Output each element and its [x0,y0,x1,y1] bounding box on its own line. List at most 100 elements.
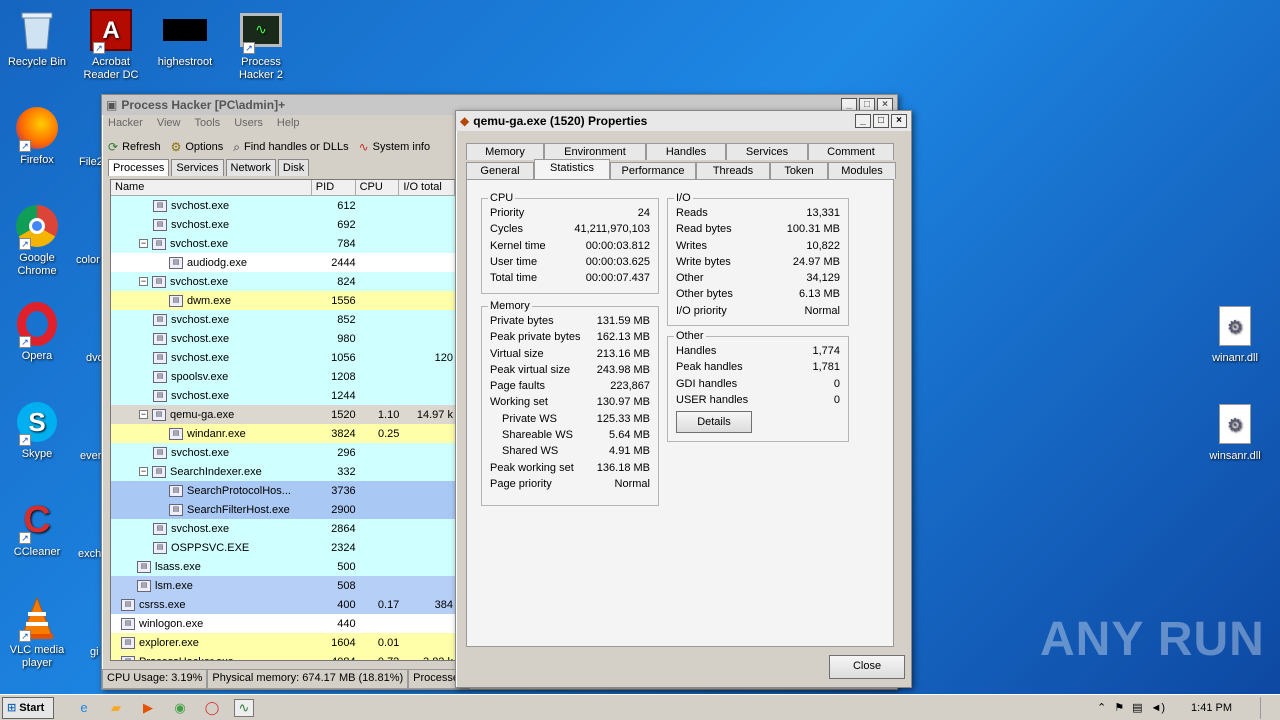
menu-tools[interactable]: Tools [195,117,221,133]
process-hacker-taskbar-icon[interactable]: ∿ [234,698,254,717]
process-row[interactable]: − ▤ svchost.exe 824 [111,272,455,291]
desktop-icon-highestroot[interactable]: highestroot [148,8,222,69]
tray-expand-icon[interactable]: ⌃ [1097,701,1106,714]
collapse-toggle-icon[interactable]: − [139,410,148,419]
process-row[interactable]: ▤ audiodg.exe 2444 [111,253,455,272]
process-row[interactable]: ▤ OSPPSVC.EXE 2324 [111,538,455,557]
volume-icon[interactable]: ◄) [1150,702,1165,714]
process-row[interactable]: ▤ svchost.exe 1244 [111,386,455,405]
properties-dialog[interactable]: ◆ qemu-ga.exe (1520) Properties _ □ × Me… [455,110,912,688]
close-button[interactable]: × [891,114,907,128]
tab-general[interactable]: General [466,162,534,179]
opera-taskbar-icon[interactable]: ◯ [202,699,222,717]
process-row[interactable]: ▤ svchost.exe 980 [111,329,455,348]
column-cpu[interactable]: CPU [356,180,400,195]
network-icon[interactable]: ▤ [1132,701,1142,714]
tab-performance[interactable]: Performance [610,162,696,179]
process-row[interactable]: ▤ ProcessHacker.exe 40840.723.82 k [111,652,455,660]
process-row[interactable]: ▤ SearchFilterHost.exe 2900 [111,500,455,519]
menu-view[interactable]: View [157,117,181,133]
desktop-icon-process-hacker[interactable]: ∿ ↗ Process Hacker 2 [224,8,298,82]
process-row[interactable]: ▤ svchost.exe 692 [111,215,455,234]
details-button[interactable]: Details [676,411,752,433]
process-row[interactable]: ▤ explorer.exe 1604 0.01 [111,633,455,652]
desktop-icon-chrome[interactable]: ↗ Google Chrome [0,204,74,278]
process-list[interactable]: Name PID CPU I/O total ▤ svchost.exe 612 ▤ s… [110,179,456,661]
desktop-icon-firefox[interactable]: ↗ Firefox [0,106,74,167]
start-button[interactable]: ⊞ Start [2,696,54,719]
process-row[interactable]: − ▤ qemu-ga.exe 1520 1.10 14.97 k [111,405,455,424]
desktop-icon-opera[interactable]: ↗ Opera [0,302,74,363]
options-button[interactable]: ⚙ Options [171,140,224,154]
process-row[interactable]: ▤ lsm.exe 508 [111,576,455,595]
tab-token[interactable]: Token [770,162,828,179]
tab-environment[interactable]: Environment [544,143,646,160]
maximize-button[interactable]: □ [873,114,889,128]
folder-icon[interactable]: ▰ [106,699,126,717]
tab-network[interactable]: Network [225,159,276,176]
tab-statistics[interactable]: Statistics [534,159,610,179]
minimize-button[interactable]: _ [855,114,871,128]
tab-threads[interactable]: Threads [696,162,770,179]
desktop-icon-ccleaner[interactable]: C ↗ CCleaner [0,498,74,559]
column-io[interactable]: I/O total [399,180,455,195]
chrome-taskbar-icon[interactable]: ◉ [170,699,190,717]
desktop-icon-vlc[interactable]: ↗ VLC media player [0,596,74,670]
media-player-icon[interactable]: ▶ [138,699,158,717]
menu-help[interactable]: Help [277,117,300,133]
process-row[interactable]: ▤ dwm.exe 1556 [111,291,455,310]
process-row[interactable]: ▤ svchost.exe 612 [111,196,455,215]
process-row[interactable]: ▤ windanr.exe 3824 0.25 [111,424,455,443]
process-row[interactable]: ▤ spoolsv.exe 1208 [111,367,455,386]
process-row[interactable]: ▤ svchost.exe 852 [111,310,455,329]
close-dialog-button[interactable]: Close [829,655,905,679]
desktop-icon-skype[interactable]: S ↗ Skype [0,400,74,461]
column-pid[interactable]: PID [312,180,356,195]
stat-label: Kernel time [490,239,546,252]
stat-label: Peak virtual size [490,363,571,376]
menu-users[interactable]: Users [234,117,263,133]
tab-services[interactable]: Services [726,143,808,160]
tab-handles[interactable]: Handles [646,143,726,160]
stat-label: Page priority [490,477,552,490]
flag-icon[interactable]: ⚑ [1114,701,1124,714]
process-row[interactable]: ▤ csrss.exe 400 0.17 384 [111,595,455,614]
collapse-toggle-icon[interactable]: − [139,467,148,476]
tab-disk[interactable]: Disk [277,159,310,176]
process-pid: 824 [337,275,356,288]
process-row[interactable]: ▤ svchost.exe 2864 [111,519,455,538]
process-row[interactable]: ▤ winlogon.exe 440 [111,614,455,633]
system-info-button[interactable]: ∿ System info [359,140,431,154]
properties-titlebar[interactable]: ◆ qemu-ga.exe (1520) Properties _ □ × [456,111,911,131]
refresh-button[interactable]: ⟳ Refresh [108,140,161,154]
process-row[interactable]: − ▤ SearchIndexer.exe 332 [111,462,455,481]
process-name: svchost.exe [170,237,229,250]
tab-memory[interactable]: Memory [466,143,544,160]
process-row[interactable]: ▤ svchost.exe 296 [111,443,455,462]
tab-comment[interactable]: Comment [808,143,894,160]
process-row[interactable]: − ▤ svchost.exe 784 [111,234,455,253]
tab-modules[interactable]: Modules [828,162,896,179]
desktop-icon-recycle-bin[interactable]: Recycle Bin [0,8,74,69]
desktop-partial-label: color [76,254,100,266]
collapse-toggle-icon[interactable]: − [139,277,148,286]
desktop-icon-winanr-dll[interactable]: ⚙ winanr.dll [1198,304,1272,365]
desktop-icon-winsanr-dll[interactable]: ⚙ winsanr.dll [1198,402,1272,463]
column-name[interactable]: Name [111,180,312,195]
desktop-icon-acrobat[interactable]: A ↗ Acrobat Reader DC [74,8,148,82]
stat-label: Writes [676,239,707,252]
process-pid: 2324 [331,541,356,554]
stat-label: User time [490,255,538,268]
process-row[interactable]: ▤ svchost.exe 1056 120 [111,348,455,367]
show-desktop-button[interactable] [1260,696,1270,719]
tab-processes[interactable]: Processes [108,159,170,176]
process-row[interactable]: ▤ SearchProtocolHos... 3736 [111,481,455,500]
find-handles-button[interactable]: ⌕ Find handles or DLLs [233,140,348,155]
collapse-toggle-icon[interactable]: − [139,239,148,248]
process-row[interactable]: ▤ lsass.exe 500 [111,557,455,576]
clock[interactable]: 1:41 PM [1191,702,1232,714]
stat-value: 100.31 MB [786,223,840,236]
ie-icon[interactable]: e [74,699,94,717]
menu-hacker[interactable]: Hacker [108,117,143,133]
tab-services[interactable]: Services [171,159,224,176]
